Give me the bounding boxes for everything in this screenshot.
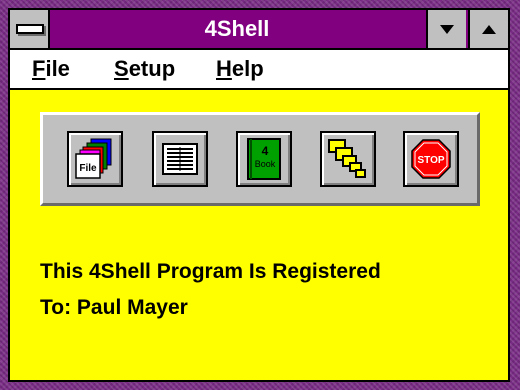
menu-setup-mnemonic: S: [114, 56, 129, 81]
menu-file-label: ile: [45, 56, 70, 81]
document-button[interactable]: [152, 131, 208, 187]
file-button[interactable]: File: [67, 131, 123, 187]
4book-button[interactable]: 4 Book: [236, 131, 292, 187]
text-document-icon: [162, 143, 198, 175]
minimize-button[interactable]: [426, 10, 466, 48]
window-title: 4Shell: [204, 16, 270, 41]
title-bar[interactable]: 4Shell: [10, 10, 508, 50]
file-button-label: File: [79, 163, 97, 174]
stop-button[interactable]: STOP: [403, 131, 459, 187]
maximize-arrow-icon: [482, 24, 496, 34]
system-menu-icon: [16, 24, 44, 34]
book-icon-number: 4: [262, 144, 269, 158]
menu-setup-label: etup: [128, 56, 176, 81]
system-menu-button[interactable]: [10, 10, 50, 48]
toolbar-panel: File 4 Book STOP: [40, 112, 480, 206]
cascade-windows-icon: [328, 139, 366, 178]
menu-help-mnemonic: H: [216, 56, 232, 81]
menu-help[interactable]: Help: [216, 50, 264, 88]
minimize-arrow-icon: [440, 24, 454, 34]
book-icon: 4 Book: [247, 138, 281, 180]
menu-setup[interactable]: Setup: [114, 50, 175, 88]
registration-line-2: To: Paul Mayer: [40, 296, 188, 319]
app-window: 4Shell File Setup Help File 4 Book STOP …: [8, 8, 510, 382]
menu-help-label: elp: [231, 56, 264, 81]
menu-file-mnemonic: F: [32, 56, 46, 81]
cascade-button[interactable]: [320, 131, 376, 187]
menu-bar: File Setup Help: [10, 50, 508, 90]
registration-line-1: This 4Shell Program Is Registered: [40, 260, 381, 283]
file-folders-icon: File: [75, 138, 112, 179]
stop-icon-label: STOP: [417, 155, 444, 166]
book-icon-label: Book: [255, 159, 276, 169]
stop-sign-icon: STOP: [411, 139, 451, 179]
maximize-button[interactable]: [468, 10, 508, 48]
menu-file[interactable]: File: [32, 50, 70, 88]
